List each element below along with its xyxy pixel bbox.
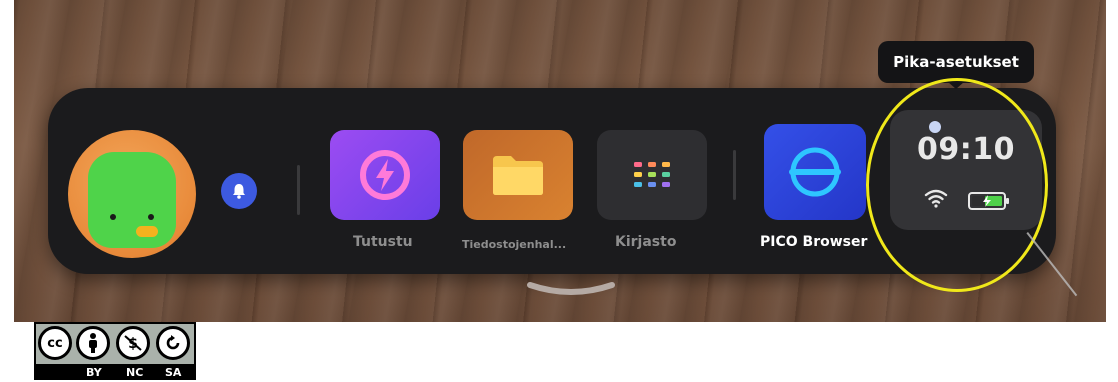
noncommercial-icon: $ bbox=[116, 326, 150, 360]
cc-icon: cc bbox=[38, 326, 72, 360]
bell-icon bbox=[233, 184, 245, 199]
sharealike-icon bbox=[156, 326, 190, 360]
user-avatar[interactable] bbox=[68, 130, 196, 258]
lightning-icon bbox=[360, 150, 410, 200]
notifications-button[interactable] bbox=[221, 173, 257, 209]
license-tag-sa: SA bbox=[165, 366, 182, 379]
app-label-tiedostojenhallinta: Tiedostojenhal... bbox=[462, 238, 567, 251]
browser-icon bbox=[789, 147, 841, 197]
folder-icon bbox=[493, 156, 543, 195]
avatar-eye bbox=[110, 214, 116, 220]
avatar-eye bbox=[148, 214, 154, 220]
highlight-circle bbox=[866, 78, 1048, 292]
quick-settings-tooltip: Pika-asetukset bbox=[878, 41, 1034, 83]
dock-divider bbox=[297, 165, 300, 215]
creative-commons-license-badge: cc $ BY NC SA bbox=[34, 322, 196, 380]
license-tag-nc: NC bbox=[126, 366, 144, 379]
app-label-kirjasto: Kirjasto bbox=[615, 234, 677, 250]
license-tag-by: BY bbox=[86, 366, 102, 379]
attribution-icon bbox=[76, 326, 110, 360]
app-label-tutustu: Tutustu bbox=[353, 234, 413, 250]
avatar-character bbox=[88, 152, 176, 248]
grid-icon bbox=[634, 162, 670, 187]
app-label-pico-browser: PICO Browser bbox=[760, 234, 868, 250]
avatar-beak bbox=[136, 226, 158, 237]
dock-divider bbox=[733, 150, 736, 200]
app-tutustu[interactable] bbox=[330, 130, 440, 220]
app-tiedostojenhallinta[interactable] bbox=[463, 130, 573, 220]
chevron-down-icon[interactable] bbox=[526, 279, 616, 299]
app-pico-browser[interactable] bbox=[764, 124, 866, 220]
app-kirjasto[interactable] bbox=[597, 130, 707, 220]
